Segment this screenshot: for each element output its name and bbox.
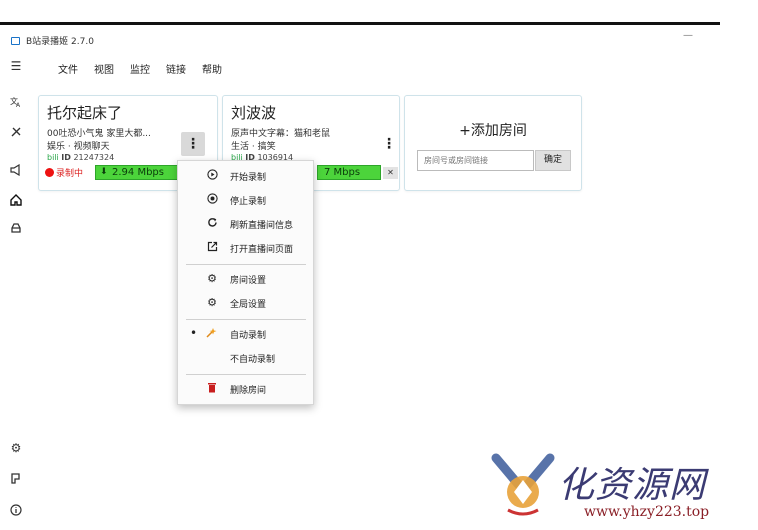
watermark: 化资源网 www.yhzy223.top <box>488 450 758 530</box>
bitrate-badge: 7 Mbps <box>317 165 381 180</box>
auto-record-icon <box>205 327 219 341</box>
translate-icon[interactable]: 文A <box>0 92 32 112</box>
room-streamer-name: 刘波波 <box>231 104 277 122</box>
minimize-button[interactable]: — <box>683 30 693 41</box>
menu-start-recording[interactable]: 开始录制 <box>178 166 315 186</box>
menu-file[interactable]: 文件 <box>58 62 78 80</box>
menu-divider <box>186 264 306 265</box>
watermark-text: 化资源网 <box>558 465 707 506</box>
title-bar: B站录播姬 2.7.0 — <box>0 30 720 52</box>
sidebar: ☰ 文A ⚙ <box>0 52 32 530</box>
menu-item-label: 开始录制 <box>230 173 267 183</box>
menu-no-auto-record[interactable]: 不自动录制 <box>178 348 315 368</box>
menu-divider <box>186 374 306 375</box>
room-context-menu: 开始录制 停止录制 刷新直播间信息 打开直播间页面 ⚙ 房间设置 ⚙ 全局设置 … <box>177 160 314 405</box>
platform-label: bili <box>47 153 59 162</box>
add-room-title: +添加房间 <box>459 123 527 139</box>
close-button[interactable]: ✕ <box>383 167 398 179</box>
more-options-button[interactable]: ⋮ <box>181 132 205 156</box>
menu-item-label: 打开直播间页面 <box>230 245 294 255</box>
menu-item-label: 房间设置 <box>230 276 267 286</box>
info-icon[interactable] <box>0 500 32 520</box>
menu-item-label: 刷新直播间信息 <box>230 221 294 231</box>
menu-divider <box>186 319 306 320</box>
hamburger-icon[interactable]: ☰ <box>0 56 32 76</box>
bitrate-badge: ⬇ 2.94 Mbps <box>95 165 181 180</box>
room-id-label: ID <box>61 153 71 162</box>
recording-status: 录制中 <box>45 166 83 179</box>
menu-help[interactable]: 帮助 <box>202 62 222 80</box>
bitrate-value: 2.94 Mbps <box>112 167 164 178</box>
open-external-icon <box>205 241 219 255</box>
selected-bullet-icon: • <box>190 326 198 340</box>
room-id-input[interactable] <box>417 150 534 171</box>
tools-icon[interactable] <box>0 122 32 142</box>
svg-text:A: A <box>16 102 21 108</box>
more-options-button[interactable]: ⋮ <box>377 132 401 156</box>
menu-stop-recording[interactable]: 停止录制 <box>178 190 315 210</box>
window-top-edge <box>0 22 720 25</box>
bitrate-value: 7 Mbps <box>324 167 361 178</box>
menu-monitor[interactable]: 监控 <box>130 62 150 80</box>
menu-links[interactable]: 链接 <box>166 62 186 80</box>
trash-icon <box>205 382 219 396</box>
app-title: B站录播姬 2.7.0 <box>26 37 94 47</box>
menu-room-settings[interactable]: ⚙ 房间设置 <box>178 269 315 289</box>
watermark-url: www.yhzy223.top <box>584 504 710 520</box>
menu-refresh-info[interactable]: 刷新直播间信息 <box>178 214 315 234</box>
menu-item-label: 删除房间 <box>230 386 267 396</box>
room-streamer-name: 托尔起床了 <box>47 104 123 122</box>
drive-icon[interactable] <box>0 218 32 238</box>
home-icon[interactable] <box>0 190 32 210</box>
play-circle-icon <box>205 169 219 183</box>
menu-item-label: 不自动录制 <box>230 355 276 365</box>
menu-item-label: 自动录制 <box>230 331 267 341</box>
menu-auto-record[interactable]: • 自动录制 <box>178 324 315 344</box>
menu-open-room-page[interactable]: 打开直播间页面 <box>178 238 315 258</box>
add-room-card: +添加房间 确定 <box>404 95 582 191</box>
refresh-icon <box>205 217 219 231</box>
menu-bar: 文件 视图 监控 链接 帮助 <box>58 62 238 80</box>
recording-status-label: 录制中 <box>56 169 84 179</box>
menu-item-label: 停止录制 <box>230 197 267 207</box>
logo-icon[interactable] <box>0 468 32 488</box>
room-stream-title: 原声中文字幕：猫和老鼠 <box>231 129 331 139</box>
menu-view[interactable]: 视图 <box>94 62 114 80</box>
stop-circle-icon <box>205 193 219 207</box>
gear-icon: ⚙ <box>207 296 217 309</box>
download-arrow-icon: ⬇ <box>100 167 108 177</box>
menu-global-settings[interactable]: ⚙ 全局设置 <box>178 293 315 313</box>
megaphone-icon[interactable] <box>0 160 32 180</box>
room-stream-title: 00吐恐小气鬼 家里大都... <box>47 129 151 139</box>
recording-dot-icon <box>45 168 54 177</box>
room-id: 21247324 <box>73 153 115 162</box>
room-area: 娱乐 · 视频聊天 <box>47 142 110 152</box>
confirm-button[interactable]: 确定 <box>535 150 571 171</box>
room-id-row: bili ID 21247324 <box>47 153 114 162</box>
app-icon <box>11 37 20 45</box>
settings-icon[interactable]: ⚙ <box>0 438 32 458</box>
watermark-logo-icon <box>491 453 555 516</box>
menu-delete-room[interactable]: 删除房间 <box>178 379 315 399</box>
gear-icon: ⚙ <box>207 272 217 285</box>
room-area: 生活 · 搞笑 <box>231 142 276 152</box>
menu-item-label: 全局设置 <box>230 300 267 310</box>
